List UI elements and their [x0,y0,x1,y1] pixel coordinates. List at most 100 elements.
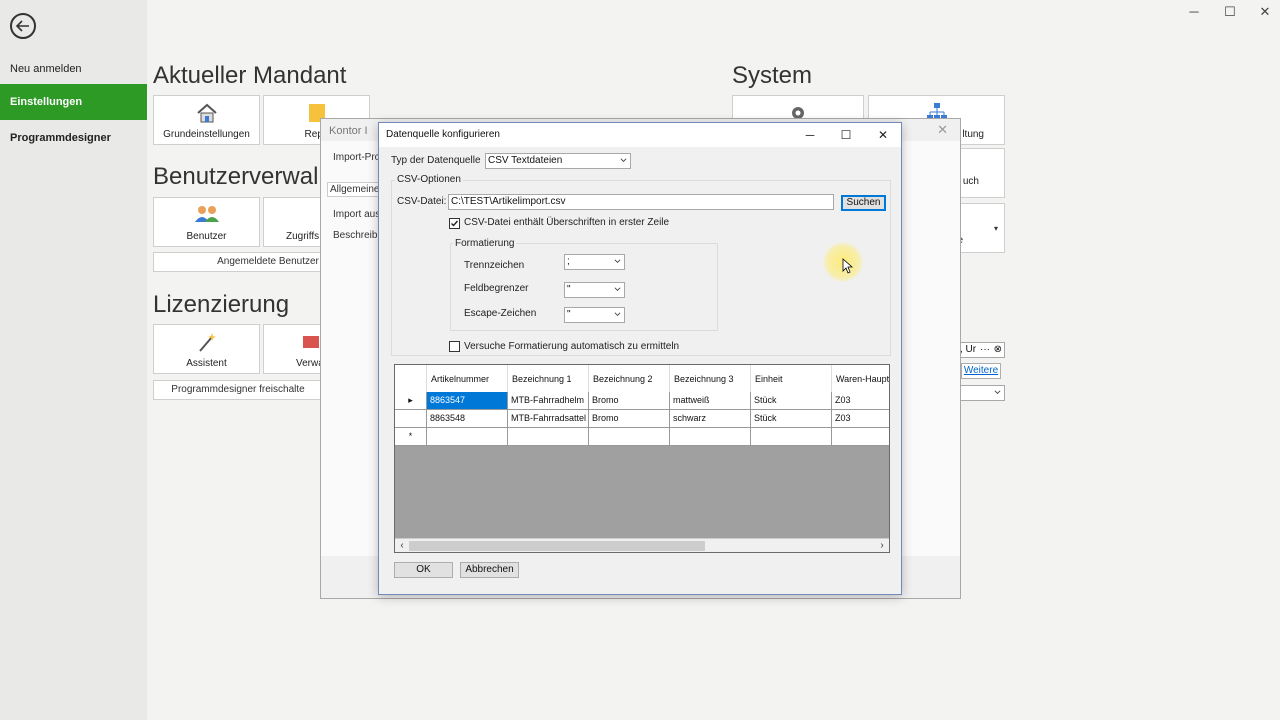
bg-dialog-close-icon[interactable]: ✕ [937,122,948,138]
feldbegrenzer-value: " [567,284,571,295]
sidebar-item-programmdesigner[interactable]: Programmdesigner [0,120,147,156]
grid-cell[interactable] [670,428,751,445]
csv-options-title: CSV-Optionen [395,174,463,185]
ellipsis-icon[interactable]: ··· [980,343,990,357]
tile-label: Grundeinstellungen [163,129,250,140]
column-header[interactable]: Bezeichnung 3 [670,365,751,393]
scroll-left-icon[interactable]: ‹ [395,539,409,552]
grid-cell[interactable] [427,428,508,445]
clear-icon[interactable]: ⊗ [994,343,1002,357]
section-title-mandant: Aktueller Mandant [153,62,347,89]
dialog-titlebar: Datenquelle konfigurieren ─ ☐ ✕ [379,123,901,147]
chevron-down-icon [614,312,621,316]
grid-cell[interactable] [832,428,889,445]
column-header[interactable]: Waren-Haupt [832,365,889,393]
ok-button[interactable]: OK [394,562,453,578]
weitere-link[interactable]: Weitere [961,363,1001,379]
grid-cell[interactable]: mattweiß [670,392,751,409]
grid-cell[interactable]: Stück [751,392,832,409]
programmdesigner-freischalten-button[interactable]: Programmdesigner freischalte [153,380,323,400]
checkmark-icon [451,220,459,227]
import-aus-label: Import aus: [333,209,384,220]
header-checkbox-label: CSV-Datei enthält Überschriften in erste… [464,217,670,228]
minimize-button[interactable]: ─ [1182,4,1206,19]
preview-grid[interactable]: Artikelnummer Bezeichnung 1 Bezeichnung … [394,364,890,553]
grid-cell[interactable]: 8863547 [427,392,508,409]
chevron-down-icon [620,158,627,162]
escape-select[interactable]: " [564,307,625,323]
datenquelle-dialog: Datenquelle konfigurieren ─ ☐ ✕ Typ der … [378,122,902,595]
formatierung-title: Formatierung [453,238,517,249]
suchen-button[interactable]: Suchen [841,195,886,211]
right-panel-field[interactable]: , Ur ··· ⊗ [957,342,1005,358]
scroll-thumb[interactable] [409,541,705,551]
tile-benutzer[interactable]: Benutzer [153,197,260,247]
escape-value: " [567,309,571,320]
tile-grundeinstellungen[interactable]: Grundeinstellungen [153,95,260,145]
tile-label: Benutzer [186,231,227,242]
grid-cell[interactable]: Z03 [832,410,889,427]
grid-cell[interactable] [508,428,589,445]
section-title-benutzer: Benutzerverwal [153,163,319,190]
grid-cell[interactable]: Z03 [832,392,889,409]
grid-header: Artikelnummer Bezeichnung 1 Bezeichnung … [395,365,889,393]
column-header[interactable]: Artikelnummer [427,365,508,393]
grid-cell[interactable] [589,428,670,445]
auto-format-checkbox[interactable] [449,341,460,352]
trennzeichen-label: Trennzeichen [464,260,525,271]
magic-wand-icon [196,331,218,356]
users-icon [193,204,221,227]
field-text: , Ur [960,344,977,355]
grid-cell[interactable]: Stück [751,410,832,427]
maximize-button[interactable]: ☐ [1218,4,1242,20]
tile-zugriff[interactable]: Zugriffs [263,197,323,247]
grid-cell[interactable]: MTB-Fahrradsattel [508,410,589,427]
sidebar: Neu anmelden Einstellungen Programmdesig… [0,0,147,720]
table-row-new[interactable]: * [395,428,889,446]
feldbegrenzer-select[interactable]: " [564,282,625,298]
chevron-down-icon [614,287,621,291]
csv-file-label: CSV-Datei: [397,196,447,207]
section-title-system: System [732,62,813,89]
dialog-maximize-icon[interactable]: ☐ [835,126,857,144]
row-marker: * [395,428,427,445]
column-header[interactable]: Bezeichnung 1 [508,365,589,393]
csv-file-input[interactable]: C:\TEST\Artikelimport.csv [448,194,834,210]
tile-verwaltung[interactable]: Verwa [263,324,324,374]
dialog-close-icon[interactable]: ✕ [872,126,894,144]
tile-label: Verwa [296,358,324,369]
back-arrow-icon[interactable] [10,13,36,39]
dialog-minimize-icon[interactable]: ─ [799,126,821,144]
dialog-title: Datenquelle konfigurieren [386,129,500,140]
tile-assistent[interactable]: Assistent [153,324,260,374]
close-button[interactable]: ✕ [1253,4,1277,20]
auto-format-label: Versuche Formatierung automatisch zu erm… [464,341,680,352]
typ-select[interactable]: CSV Textdateien [485,153,631,169]
section-title-lizenz: Lizenzierung [153,291,290,318]
column-header[interactable]: Einheit [751,365,832,393]
sidebar-item-einstellungen[interactable]: Einstellungen [0,84,147,120]
trennzeichen-select[interactable]: ; [564,254,625,270]
tile-label: Zugriffs [286,231,320,242]
escape-label: Escape-Zeichen [464,308,537,319]
toolbox-icon [302,331,320,352]
table-row[interactable]: 8863548 MTB-Fahrradsattel Bromo schwarz … [395,410,889,428]
column-header[interactable]: Bezeichnung 2 [589,365,670,393]
table-row[interactable]: ▸ 8863547 MTB-Fahrradhelm Bromo mattweiß… [395,392,889,410]
header-checkbox[interactable] [449,218,460,229]
scroll-right-icon[interactable]: › [875,539,889,552]
right-panel-combo-2[interactable] [957,385,1005,401]
grid-corner-cell [395,365,427,393]
grid-cell[interactable]: Bromo [589,392,670,409]
grid-cell[interactable]: 8863548 [427,410,508,427]
chevron-down-icon [614,259,621,263]
grid-cell[interactable]: Bromo [589,410,670,427]
grid-cell[interactable]: MTB-Fahrradhelm [508,392,589,409]
house-icon [195,102,219,127]
grid-cell[interactable]: schwarz [670,410,751,427]
grid-cell[interactable] [751,428,832,445]
row-marker: ▸ [395,392,427,409]
horizontal-scrollbar[interactable]: ‹ › [395,538,889,552]
sidebar-item-neu-anmelden[interactable]: Neu anmelden [0,51,147,87]
abbrechen-button[interactable]: Abbrechen [460,562,519,578]
